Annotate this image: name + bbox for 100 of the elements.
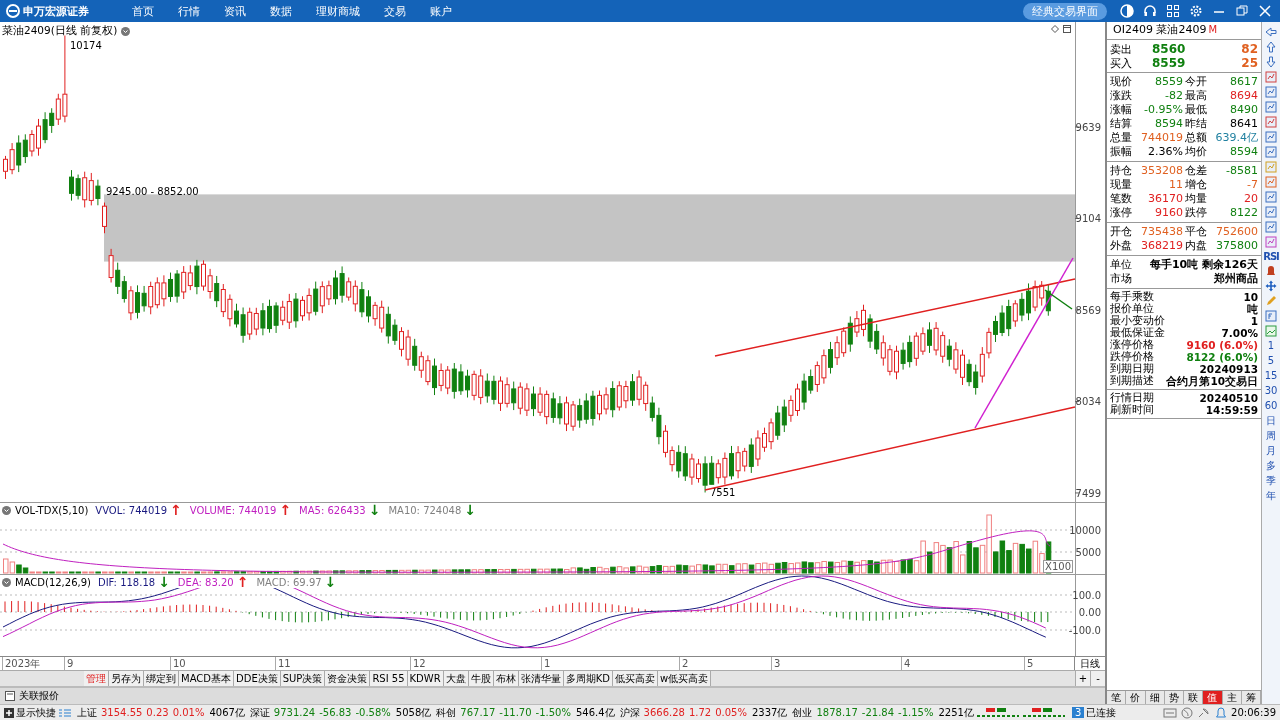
diamond-icon[interactable] [1051,25,1059,33]
list-icon[interactable] [58,707,72,718]
shortcut-toggle[interactable]: 显示快捷 [16,705,56,720]
volume-unit-label: X100 [1043,560,1073,573]
menu-item[interactable]: 数据 [268,3,294,19]
dropdown-icon[interactable] [2,577,11,587]
indicator-name: VOL-TDX(5,10) [15,504,89,516]
headset-icon[interactable] [1143,4,1157,18]
left-arrow-icon[interactable] [1265,26,1277,38]
indicator-tab[interactable]: 大盘 [443,671,469,686]
indicator-tab[interactable]: 低买高卖 [612,671,658,686]
rsi-button[interactable]: RSI [1263,251,1279,262]
indicator-tab[interactable]: 多周期KD [563,671,613,686]
price-axis-label: 8034 [1075,396,1101,408]
zoom-button[interactable]: - [1090,671,1105,686]
period-button[interactable]: 多 [1266,460,1276,472]
index-percent: -1.50% [535,707,571,718]
down-arrow-icon[interactable] [1265,56,1277,68]
indicator-value: MA5: 626433 [299,504,366,516]
indicator-tab[interactable]: 另存为 [109,671,144,686]
chart-icon[interactable] [1265,206,1277,218]
move-icon[interactable] [1265,280,1277,292]
index-name: 创业 [792,705,813,720]
quote-label: 最高 [1185,89,1208,103]
indicator-tab[interactable]: 布林 [493,671,519,686]
indicator-value: DEA: 83.20 [177,576,234,588]
index-turnover: 2251亿 [938,705,974,720]
menu-item[interactable]: 资讯 [222,3,248,19]
order-volume: 25 [1240,56,1258,70]
menu-item[interactable]: 账户 [428,3,454,19]
panel-tab[interactable]: 值 [1203,691,1223,704]
quote-value: 8490 [1229,103,1259,117]
settings-icon[interactable] [1189,4,1203,18]
period-button[interactable]: 季 [1266,475,1276,487]
indicator-tab[interactable]: 绑定到 [144,671,179,686]
index-change: -56.83 [319,707,352,718]
quote-label: 涨停 [1110,206,1133,220]
menu-item[interactable]: 交易 [382,3,408,19]
menu-item[interactable]: 首页 [130,3,156,19]
expand-icon[interactable] [4,707,14,718]
indicator-tab[interactable]: DDE决策 [234,671,281,686]
quote-label: 到期日期 [1110,363,1154,375]
related-quotes-tab[interactable]: 关联报价 [19,689,59,703]
dropdown-icon[interactable] [2,505,11,515]
indicator-tab[interactable]: 张清华量 [518,671,564,686]
up-arrow-icon[interactable] [1265,41,1277,53]
zoom-button[interactable]: + [1075,671,1090,686]
index-turnover: 5058亿 [395,705,432,720]
quote-label: 市场 [1110,272,1133,286]
function-icon[interactable] [1265,310,1277,322]
quote-label: 跌停价格 [1110,351,1154,363]
contract-code: OI2409 [1113,23,1154,36]
quote-label: 涨跌 [1110,89,1133,103]
picture-icon[interactable] [1265,325,1277,337]
theme-icon[interactable] [1120,4,1134,18]
period-button[interactable]: 1 [1267,340,1275,352]
period-button[interactable]: 30 [1264,385,1278,397]
indicator-tab[interactable]: 牛股 [468,671,494,686]
quote-label: 最小变动价 [1110,315,1165,327]
index-change: 0.23 [146,707,169,718]
dropdown-icon[interactable] [121,26,131,36]
quote-value: 36170 [1147,192,1184,206]
menu-item[interactable]: 理财商城 [314,3,362,19]
indicator-tab[interactable]: RSI 55 [370,671,408,686]
price-range-label: 9245.00 - 8852.00 [106,186,199,197]
menu-item[interactable]: 行情 [176,3,202,19]
quote-value: 744019 [1140,131,1184,145]
macd-axis-label: -100.0 [1068,625,1101,636]
quote-value: 8641 [1229,117,1259,131]
quote-value: 每手10吨 剩余126天 [1149,258,1258,272]
quote-label: 内盘 [1185,239,1208,253]
quote-label: 今开 [1185,75,1208,89]
indicator-tab[interactable]: KDWR [407,671,444,686]
index-value: 1878.17 [816,707,858,718]
quote-value: 合约月第10交易日 [1166,375,1258,387]
quote-value: 8122 (6.0%) [1186,351,1258,363]
period-button[interactable]: 5 [1267,355,1275,367]
collapse-icon[interactable] [5,691,15,701]
quote-value: 10 [1243,291,1258,303]
indicator-tab[interactable]: SUP决策 [280,671,326,686]
keyboard-icon[interactable] [1163,706,1178,719]
indicator-tab[interactable]: w低买高卖 [657,671,712,686]
logo-icon [6,4,20,18]
quote-label: 结算 [1110,117,1133,131]
indicator-tab[interactable]: MACD基本 [179,671,234,686]
indicator-tab[interactable]: 管理 [84,671,109,686]
index-turnover: 2337亿 [752,705,788,720]
period-button[interactable]: 日 [1266,415,1276,427]
order-volume: 82 [1240,42,1258,56]
close-icon[interactable] [1258,4,1272,18]
period-button[interactable]: 周 [1266,430,1276,442]
restore-icon[interactable] [1235,4,1249,18]
period-button[interactable]: 年 [1266,490,1276,502]
indicator-tab[interactable]: 资金决策 [325,671,371,686]
period-button[interactable]: 60 [1264,400,1278,412]
period-button[interactable]: 15 [1264,370,1278,382]
quote-label: 报价单位 [1110,303,1154,315]
period-button[interactable]: 月 [1266,445,1276,457]
line-chart-icon[interactable] [1265,101,1277,113]
high-price-label: 10174 [70,40,102,51]
